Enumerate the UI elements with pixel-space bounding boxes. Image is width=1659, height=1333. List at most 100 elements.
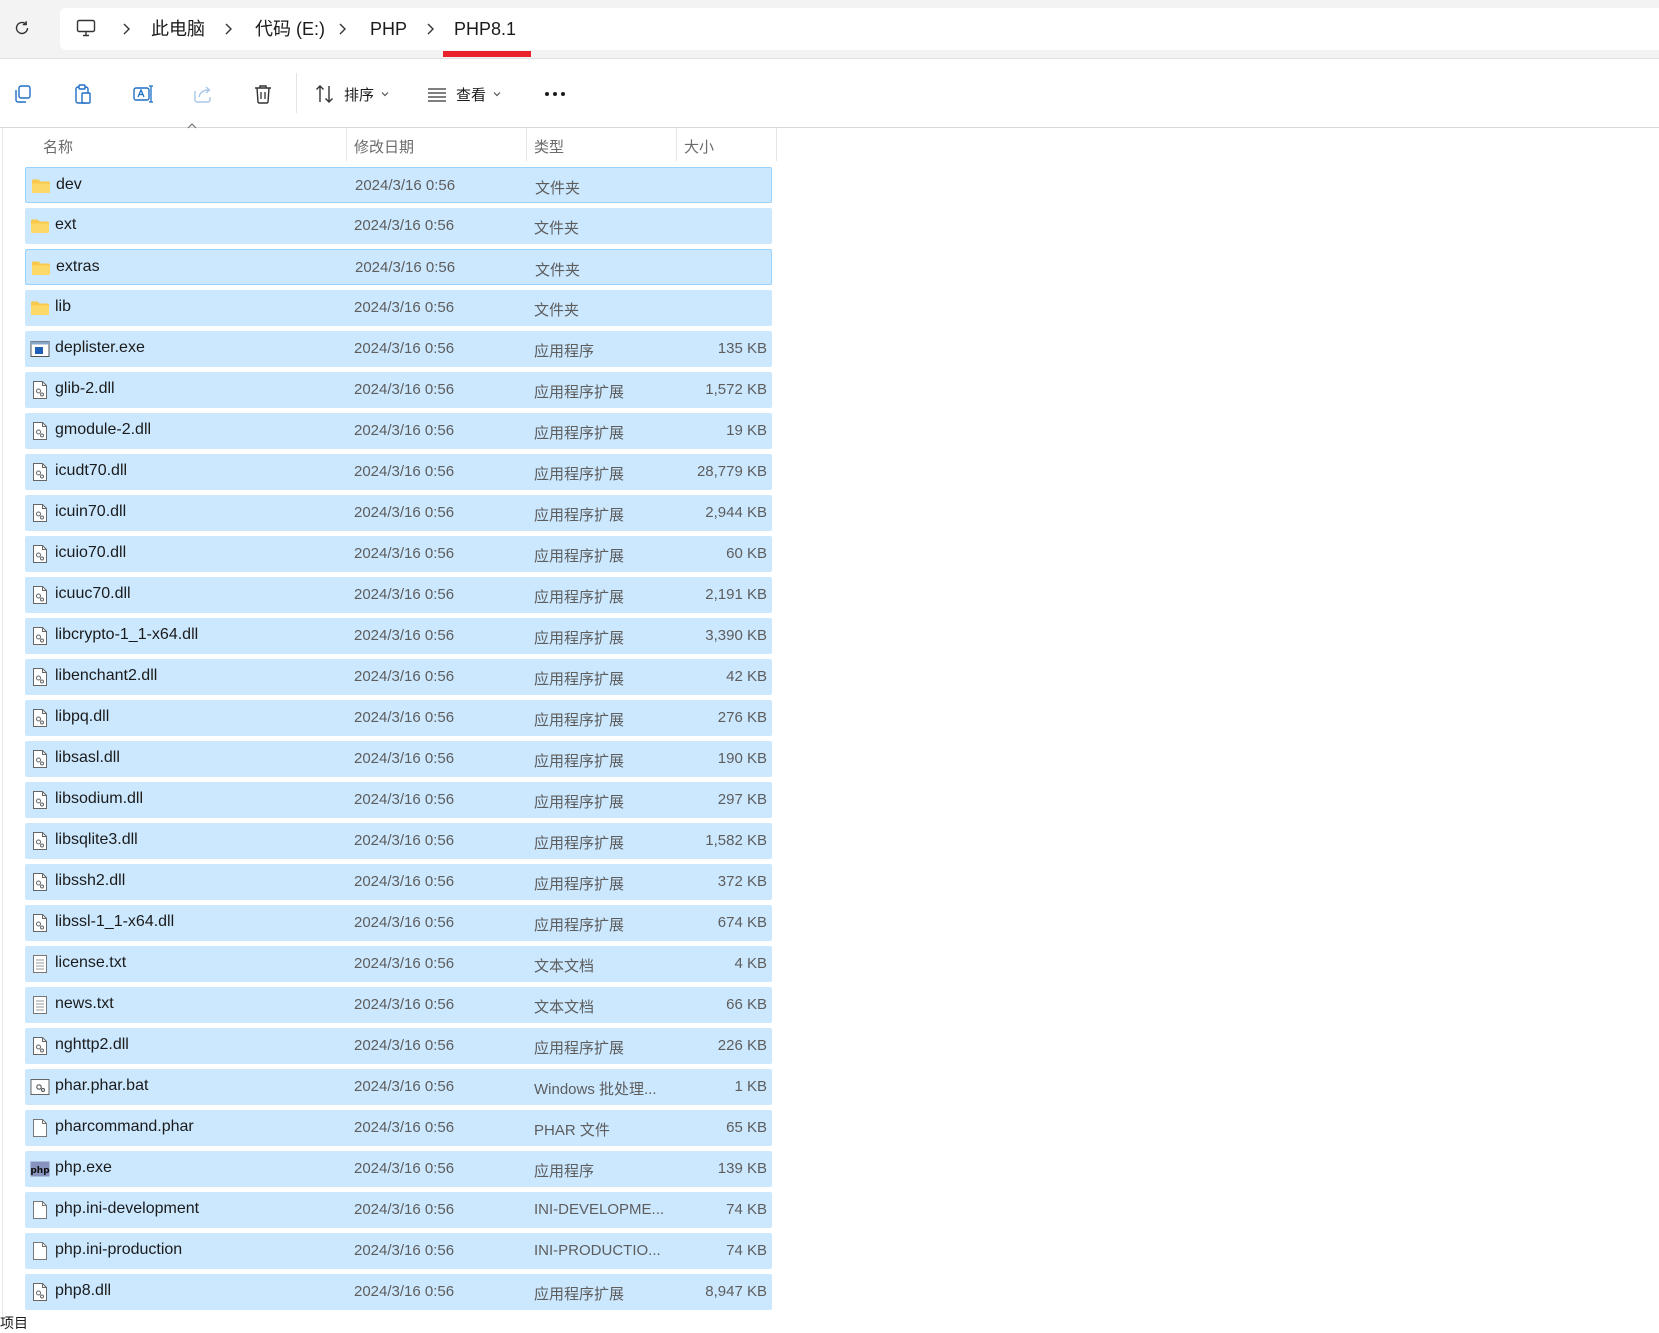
file-name: libcrypto-1_1-x64.dll	[55, 626, 199, 643]
file-row[interactable]: gmodule-2.dll 2024/3/16 0:56 应用程序扩展 19 KB	[25, 413, 772, 449]
file-row[interactable]: libsasl.dll 2024/3/16 0:56 应用程序扩展 190 KB	[25, 741, 772, 777]
column-divider[interactable]	[676, 128, 677, 161]
file-modified-date: 2024/3/16 0:56	[354, 463, 455, 480]
file-type: 应用程序扩展	[534, 589, 625, 606]
file-row[interactable]: php.ini-development 2024/3/16 0:56 INI-DEV…	[25, 1192, 772, 1228]
file-row[interactable]: glib-2.dll 2024/3/16 0:56 应用程序扩展 1,572 KB	[25, 372, 772, 408]
file-row[interactable]: icuio70.dll 2024/3/16 0:56 应用程序扩展 60 KB	[25, 536, 772, 572]
file-modified-date: 2024/3/16 0:56	[354, 709, 455, 726]
file-name: gmodule-2.dll	[55, 421, 152, 438]
file-type: 文件夹	[534, 302, 580, 319]
file-row[interactable]: lib 2024/3/16 0:56 文件夹	[25, 290, 772, 326]
column-header-type[interactable]: 类型	[534, 136, 564, 157]
file-row[interactable]: php.ini-production 2024/3/16 0:56 INI-PROD…	[25, 1233, 772, 1269]
file-modified-date: 2024/3/16 0:56	[354, 381, 455, 398]
file-size: 3,390 KB	[705, 627, 767, 644]
file-modified-date: 2024/3/16 0:56	[354, 1160, 455, 1177]
chevron-right-icon[interactable]	[422, 21, 438, 37]
breadcrumb-item-php[interactable]: PHP	[370, 18, 407, 40]
file-name: license.txt	[55, 954, 127, 971]
file-modified-date: 2024/3/16 0:56	[354, 873, 455, 890]
file-size: 276 KB	[717, 709, 767, 726]
status-bar-item-count: 项目	[0, 1315, 28, 1331]
chevron-down-icon	[493, 92, 501, 97]
file-row[interactable]: libcrypto-1_1-x64.dll 2024/3/16 0:56 应用程序扩…	[25, 618, 772, 654]
share-button[interactable]	[190, 81, 216, 107]
file-name: libssh2.dll	[55, 872, 126, 889]
file-row[interactable]: icuuc70.dll 2024/3/16 0:56 应用程序扩展 2,191 KB	[25, 577, 772, 613]
column-divider[interactable]	[526, 128, 527, 161]
folder-icon	[30, 298, 50, 318]
copy-button[interactable]	[10, 81, 36, 107]
file-name: php8.dll	[55, 1282, 112, 1299]
breadcrumb[interactable]: 此电脑 代码 (E:) PHP PHP8.1	[60, 8, 1659, 50]
more-options-button[interactable]	[540, 81, 570, 107]
file-row[interactable]: libenchant2.dll 2024/3/16 0:56 应用程序扩展 42 KB	[25, 659, 772, 695]
file-row[interactable]: php php.exe 2024/3/16 0:56 应用程序 139 KB	[25, 1151, 772, 1187]
file-modified-date: 2024/3/16 0:56	[354, 1283, 455, 1300]
column-divider[interactable]	[346, 128, 347, 161]
pane-edge	[2, 128, 3, 1320]
blank-file-icon	[30, 1200, 50, 1220]
file-name: deplister.exe	[55, 339, 145, 356]
file-row[interactable]: ext 2024/3/16 0:56 文件夹	[25, 208, 772, 244]
dll-icon	[30, 790, 50, 810]
file-modified-date: 2024/3/16 0:56	[354, 996, 455, 1013]
file-row[interactable]: libssl-1_1-x64.dll 2024/3/16 0:56 应用程序扩展 67…	[25, 905, 772, 941]
file-row[interactable]: php8.dll 2024/3/16 0:56 应用程序扩展 8,947 KB	[25, 1274, 772, 1310]
column-divider[interactable]	[776, 128, 777, 161]
sort-button[interactable]: 排序	[314, 81, 390, 107]
view-button[interactable]: 查看	[426, 81, 502, 107]
file-row[interactable]: libssh2.dll 2024/3/16 0:56 应用程序扩展 372 KB	[25, 864, 772, 900]
file-row[interactable]: deplister.exe 2024/3/16 0:56 应用程序 135 KB	[25, 331, 772, 367]
file-type: 应用程序扩展	[534, 507, 625, 524]
delete-button[interactable]	[250, 81, 276, 107]
column-header-date[interactable]: 修改日期	[354, 136, 414, 157]
share-icon	[194, 86, 211, 103]
file-row[interactable]: extras 2024/3/16 0:56 文件夹	[25, 249, 772, 285]
this-pc-icon[interactable]	[75, 17, 97, 44]
file-type: 应用程序扩展	[534, 466, 625, 483]
paste-button[interactable]	[70, 81, 96, 107]
file-row[interactable]: icuin70.dll 2024/3/16 0:56 应用程序扩展 2,944 KB	[25, 495, 772, 531]
file-modified-date: 2024/3/16 0:56	[354, 1119, 455, 1136]
breadcrumb-item-drive-e[interactable]: 代码 (E:)	[255, 18, 325, 40]
column-header-size[interactable]: 大小	[684, 136, 714, 157]
file-modified-date: 2024/3/16 0:56	[354, 750, 455, 767]
file-row[interactable]: icudt70.dll 2024/3/16 0:56 应用程序扩展 28,779 KB	[25, 454, 772, 490]
file-row[interactable]: news.txt 2024/3/16 0:56 文本文档 66 KB	[25, 987, 772, 1023]
file-row[interactable]: dev 2024/3/16 0:56 文件夹	[25, 167, 772, 203]
file-modified-date: 2024/3/16 0:56	[355, 177, 456, 194]
breadcrumb-item-php81[interactable]: PHP8.1	[454, 18, 516, 40]
folder-icon	[31, 176, 51, 196]
rename-button[interactable]	[130, 81, 156, 107]
chevron-right-icon[interactable]	[334, 21, 350, 37]
file-size: 1 KB	[734, 1078, 767, 1095]
blank-file-icon	[30, 1241, 50, 1261]
file-size: 74 KB	[726, 1242, 767, 1259]
file-modified-date: 2024/3/16 0:56	[354, 791, 455, 808]
file-row[interactable]: phar.phar.bat 2024/3/16 0:56 Windows 批处理..…	[25, 1069, 772, 1105]
chevron-right-icon[interactable]	[118, 21, 134, 37]
column-header-name[interactable]: 名称	[43, 136, 73, 157]
breadcrumb-item-this-pc[interactable]: 此电脑	[151, 18, 205, 40]
chevron-right-icon[interactable]	[220, 21, 236, 37]
file-name: php.exe	[55, 1159, 112, 1176]
file-size: 65 KB	[726, 1119, 767, 1136]
refresh-button[interactable]	[8, 14, 36, 42]
file-size: 28,779 KB	[696, 463, 767, 480]
file-size: 1,582 KB	[705, 832, 767, 849]
file-row[interactable]: libpq.dll 2024/3/16 0:56 应用程序扩展 276 KB	[25, 700, 772, 736]
file-modified-date: 2024/3/16 0:56	[354, 832, 455, 849]
file-modified-date: 2024/3/16 0:56	[354, 340, 455, 357]
file-row[interactable]: license.txt 2024/3/16 0:56 文本文档 4 KB	[25, 946, 772, 982]
file-row[interactable]: libsodium.dll 2024/3/16 0:56 应用程序扩展 297 KB	[25, 782, 772, 818]
current-folder-underline	[443, 51, 531, 57]
file-modified-date: 2024/3/16 0:56	[354, 545, 455, 562]
file-row[interactable]: pharcommand.phar 2024/3/16 0:56 PHAR 文件 65 …	[25, 1110, 772, 1146]
file-row[interactable]: libsqlite3.dll 2024/3/16 0:56 应用程序扩展 1,582 …	[25, 823, 772, 859]
dll-icon	[30, 585, 50, 605]
file-name: nghttp2.dll	[55, 1036, 129, 1053]
file-size: 297 KB	[717, 791, 767, 808]
file-row[interactable]: nghttp2.dll 2024/3/16 0:56 应用程序扩展 226 KB	[25, 1028, 772, 1064]
